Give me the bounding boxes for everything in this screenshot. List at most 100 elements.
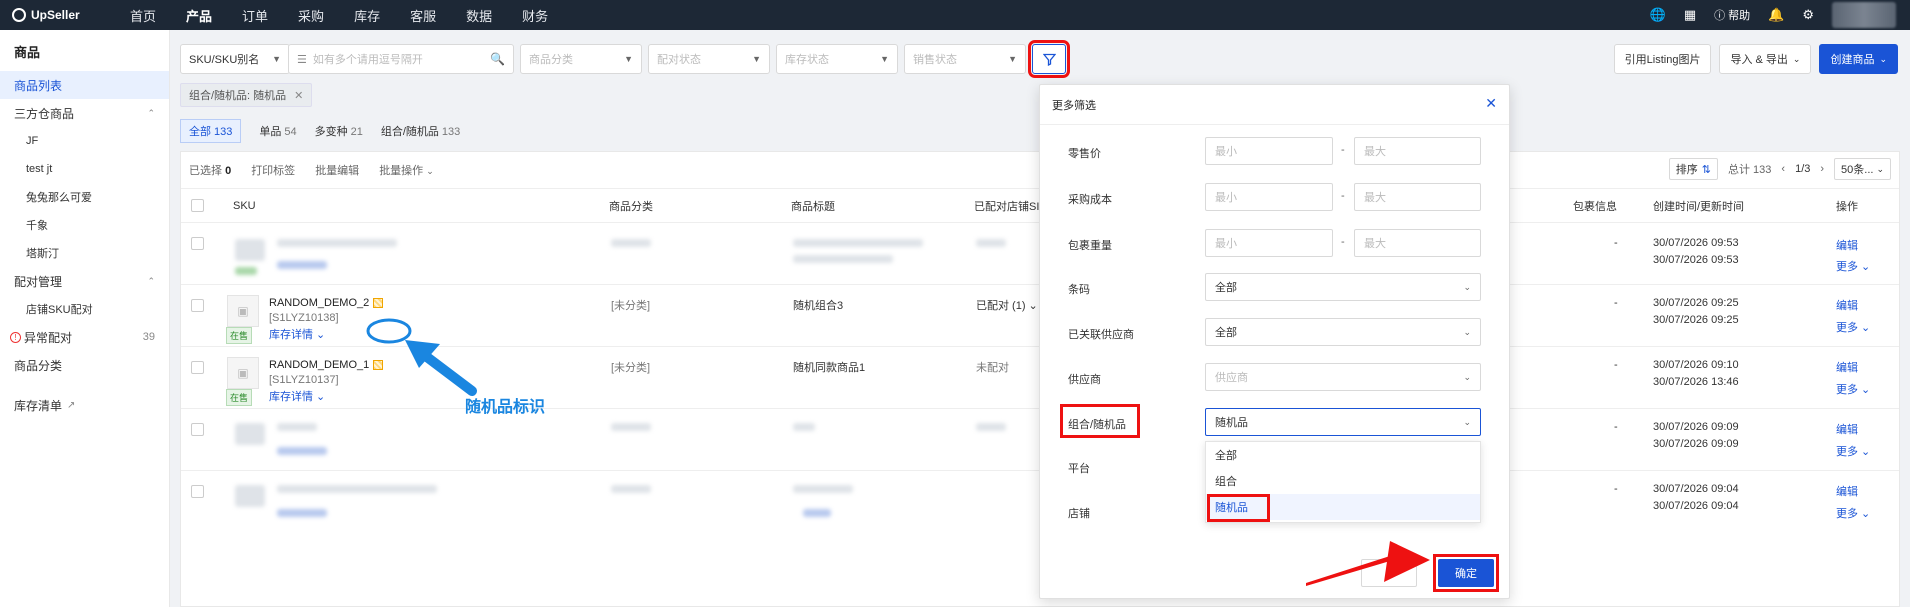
sidebar-item-qianxiang[interactable]: 千象 (0, 211, 169, 239)
sort-button[interactable]: 排序 ⇅ (1668, 158, 1718, 180)
chevron-down-icon: ▼ (1008, 54, 1017, 64)
apps-grid-icon[interactable]: ▦ (1684, 7, 1696, 23)
package-weight-max-input[interactable]: 最大 (1354, 229, 1481, 257)
tab-single[interactable]: 单品 54 (259, 123, 296, 139)
sidebar-item-product-list[interactable]: 商品列表 (0, 71, 169, 99)
paired-status[interactable]: 已配对 (1) ⌄ (976, 297, 1038, 313)
stock-detail-link[interactable]: 库存详情 ⌄ (269, 388, 325, 404)
sku-name[interactable]: RANDOM_DEMO_1 (269, 359, 384, 371)
more-link[interactable]: 更多 ⌄ (1836, 381, 1870, 397)
sidebar-item-label: 库存清单 (14, 398, 63, 413)
cite-listing-image-button[interactable]: 引用Listing图片 (1613, 44, 1712, 74)
next-page-icon[interactable]: › (1820, 163, 1824, 175)
batch-operation-button[interactable]: 批量操作 ⌄ (379, 162, 434, 178)
brand-logo[interactable]: UpSeller (0, 8, 100, 22)
sale-status-select[interactable]: 销售状态 ▼ (904, 44, 1026, 74)
sidebar-item-jf[interactable]: JF (0, 127, 169, 155)
package-weight-min-input[interactable]: 最小 (1205, 229, 1333, 257)
category-value: [未分类] (611, 300, 651, 312)
help-link[interactable]: ⓘ 帮助 (1714, 7, 1750, 23)
close-icon[interactable]: ✕ (294, 89, 303, 102)
tab-variants[interactable]: 多变种 21 (315, 123, 363, 139)
edit-link[interactable]: 编辑 (1836, 359, 1858, 375)
more-label: 更多 (1836, 261, 1858, 273)
row-checkbox[interactable] (191, 485, 204, 498)
product-thumbnail: ▣ (227, 357, 259, 389)
sku-type-select[interactable]: SKU/SKU别名 ▼ (180, 44, 290, 74)
pair-status-select[interactable]: 配对状态 ▼ (648, 44, 770, 74)
linked-supplier-select[interactable]: 全部 ⌄ (1205, 318, 1481, 346)
edit-link[interactable]: 编辑 (1836, 483, 1858, 499)
more-filter-button[interactable] (1028, 40, 1070, 78)
category-select[interactable]: 商品分类 ▼ (520, 44, 642, 74)
retail-price-max-input[interactable]: 最大 (1354, 137, 1481, 165)
sidebar-item-tutu[interactable]: 兔兔那么可爱 (0, 183, 169, 211)
nav-item-purchase[interactable]: 采购 (298, 6, 324, 25)
import-export-button[interactable]: 导入 & 导出 ⌄ (1719, 44, 1812, 74)
sidebar-item-3pl-products[interactable]: 三方仓商品 ⌃ (0, 99, 169, 127)
user-avatar[interactable] (1832, 2, 1896, 28)
search-icon[interactable]: 🔍 (490, 52, 505, 66)
stock-detail-link[interactable]: 库存详情 ⌄ (269, 326, 325, 342)
option-combo[interactable]: 组合 (1206, 468, 1480, 494)
stock-status-select[interactable]: 库存状态 ▼ (776, 44, 898, 74)
range-dash: - (1341, 144, 1345, 156)
product-title[interactable]: 随机组合3 (793, 297, 843, 313)
purchase-cost-min-input[interactable]: 最小 (1205, 183, 1333, 211)
image-icon: ▣ (237, 304, 249, 318)
page-size-select[interactable]: 50条... ⌄ (1834, 158, 1891, 180)
search-input[interactable]: ☰ 如有多个请用逗号隔开 🔍 (288, 44, 514, 74)
nav-item-home[interactable]: 首页 (130, 6, 156, 25)
nav-item-service[interactable]: 客服 (410, 6, 436, 25)
nav-item-finance[interactable]: 财务 (522, 6, 548, 25)
retail-price-min-input[interactable]: 最小 (1205, 137, 1333, 165)
row-checkbox[interactable] (191, 423, 204, 436)
row-checkbox[interactable] (191, 299, 204, 312)
purchase-cost-max-input[interactable]: 最大 (1354, 183, 1481, 211)
prev-page-icon[interactable]: ‹ (1781, 163, 1785, 175)
sidebar-item-inventory-list[interactable]: 库存清单 ↗ (0, 391, 169, 419)
random-product-icon (373, 360, 384, 371)
blurred-sku (277, 485, 437, 493)
row-checkbox[interactable] (191, 361, 204, 374)
tab-combo-random[interactable]: 组合/随机品 133 (381, 123, 460, 139)
edit-link[interactable]: 编辑 (1836, 421, 1858, 437)
nav-item-inventory[interactable]: 库存 (354, 6, 380, 25)
row-checkbox[interactable] (191, 237, 204, 250)
chevron-up-icon: ⌃ (147, 107, 155, 118)
batch-edit-button[interactable]: 批量编辑 (315, 162, 359, 178)
option-all[interactable]: 全部 (1206, 442, 1480, 468)
close-icon[interactable]: ✕ (1485, 95, 1497, 112)
confirm-button[interactable]: 确定 (1438, 559, 1494, 587)
cancel-button[interactable] (1361, 559, 1417, 587)
sidebar-item-pair-management[interactable]: 配对管理 ⌃ (0, 267, 169, 295)
supplier-select[interactable]: 供应商 ⌄ (1205, 363, 1481, 391)
more-link[interactable]: 更多 ⌄ (1836, 505, 1870, 521)
edit-link[interactable]: 编辑 (1836, 297, 1858, 313)
product-title[interactable]: 随机同款商品1 (793, 359, 865, 375)
sidebar-item-abnormal-pair[interactable]: ! 异常配对 39 (0, 323, 169, 351)
sidebar-item-shop-sku-pair[interactable]: 店铺SKU配对 (0, 295, 169, 323)
sidebar-item-tasiting[interactable]: 塔斯汀 (0, 239, 169, 267)
nav-item-data[interactable]: 数据 (466, 6, 492, 25)
more-link[interactable]: 更多 ⌄ (1836, 258, 1870, 274)
nav-item-products[interactable]: 产品 (186, 6, 212, 25)
barcode-select[interactable]: 全部 ⌄ (1205, 273, 1481, 301)
select-all-checkbox[interactable] (191, 199, 204, 212)
more-link[interactable]: 更多 ⌄ (1836, 443, 1870, 459)
edit-link[interactable]: 编辑 (1836, 237, 1858, 253)
sku-name[interactable]: RANDOM_DEMO_2 (269, 297, 384, 309)
sidebar-item-category[interactable]: 商品分类 (0, 351, 169, 379)
gear-icon[interactable]: ⚙ (1802, 7, 1814, 23)
combo-random-select[interactable]: 随机品 ⌄ (1205, 408, 1481, 436)
combo-random-value: 随机品 (1215, 417, 1248, 429)
sidebar-item-test-jt[interactable]: test jt (0, 155, 169, 183)
tab-all[interactable]: 全部 133 (180, 119, 242, 143)
nav-item-orders[interactable]: 订单 (242, 6, 268, 25)
create-product-button[interactable]: 创建商品 ⌄ (1819, 44, 1898, 74)
bell-icon[interactable]: 🔔 (1768, 7, 1784, 23)
chevron-down-icon: ⌄ (426, 166, 434, 176)
more-link[interactable]: 更多 ⌄ (1836, 319, 1870, 335)
globe-icon[interactable]: 🌐 (1650, 7, 1666, 23)
print-label-button[interactable]: 打印标签 (251, 162, 295, 178)
